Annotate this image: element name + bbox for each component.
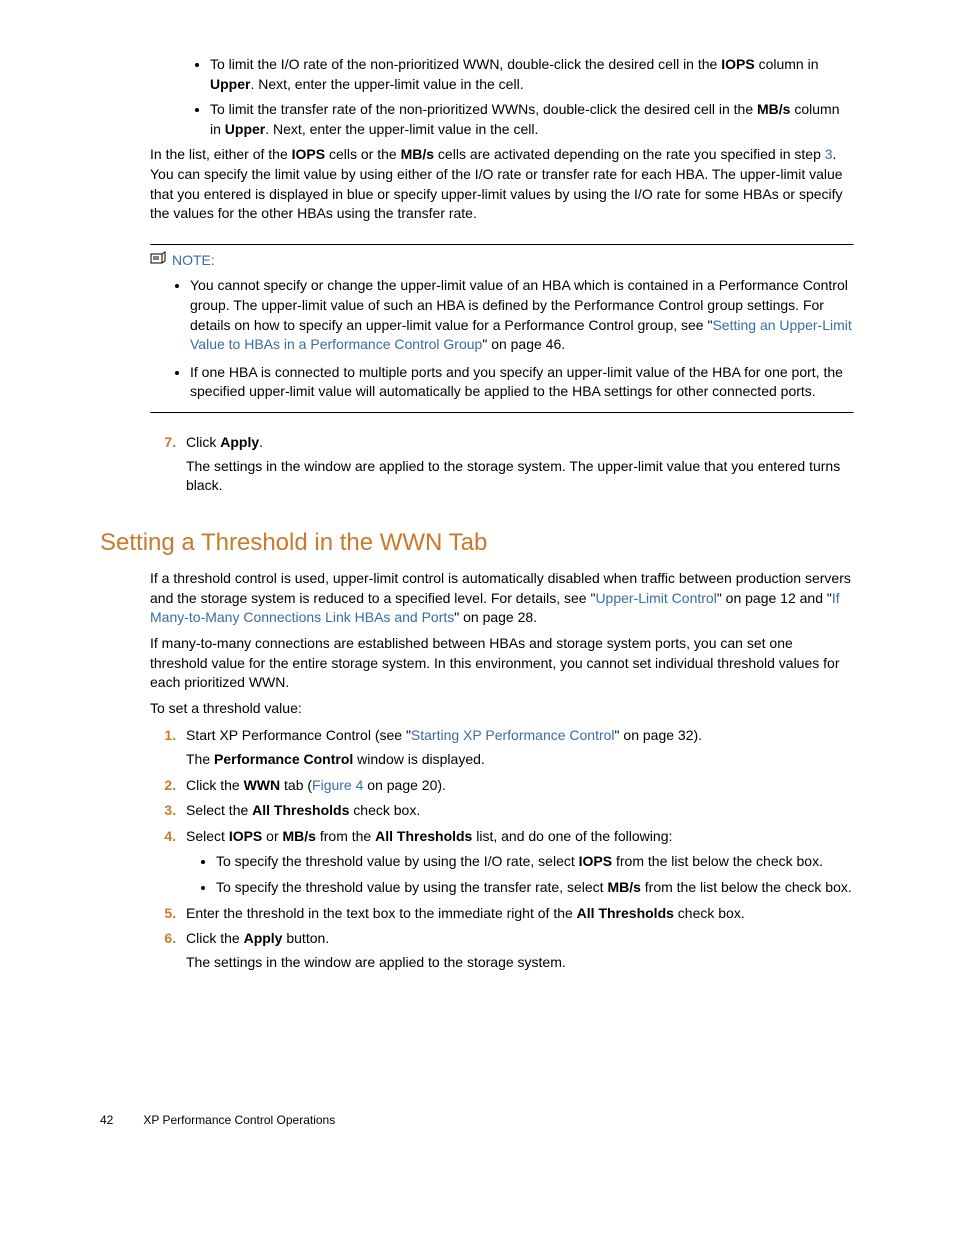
page-number: 42: [100, 1112, 140, 1129]
step-4: Select IOPS or MB/s from the All Thresho…: [180, 827, 854, 898]
step-2: Click the WWN tab (Figure 4 on page 20).: [180, 776, 854, 796]
step-3: Select the All Thresholds check box.: [180, 801, 854, 821]
page-footer: 42 XP Performance Control Operations: [100, 1112, 854, 1129]
link-upper-limit-control[interactable]: Upper-Limit Control: [595, 590, 716, 606]
step-6-desc: The settings in the window are applied t…: [186, 953, 854, 973]
step-4-bullet-mbs: To specify the threshold value by using …: [216, 878, 854, 898]
note-item-1: You cannot specify or change the upper-l…: [190, 276, 854, 354]
intro-p2: If many-to-many connections are establis…: [150, 634, 854, 693]
step-7-block: Click Apply. The settings in the window …: [150, 433, 854, 496]
section-heading-threshold: Setting a Threshold in the WWN Tab: [100, 526, 854, 560]
bullet-iops-limit: To limit the I/O rate of the non-priorit…: [210, 55, 854, 94]
note-body: You cannot specify or change the upper-l…: [150, 276, 854, 402]
step-1: Start XP Performance Control (see "Start…: [180, 726, 854, 769]
footer-title: XP Performance Control Operations: [143, 1113, 335, 1127]
bullet-mbs-limit: To limit the transfer rate of the non-pr…: [210, 100, 854, 139]
top-bullet-block: To limit the I/O rate of the non-priorit…: [180, 55, 854, 139]
intro-block: If a threshold control is used, upper-li…: [150, 569, 854, 972]
note-label: NOTE:: [172, 251, 215, 271]
step-3-link[interactable]: 3: [825, 146, 833, 162]
note-icon: [150, 251, 166, 271]
note-rule-bottom: [150, 412, 854, 413]
link-starting-xp[interactable]: Starting XP Performance Control: [411, 727, 615, 743]
top-paragraph: In the list, either of the IOPS cells or…: [150, 145, 854, 223]
note-item-2: If one HBA is connected to multiple port…: [190, 363, 854, 402]
step-5: Enter the threshold in the text box to t…: [180, 904, 854, 924]
step-1-desc: The Performance Control window is displa…: [186, 750, 854, 770]
intro-p1: If a threshold control is used, upper-li…: [150, 569, 854, 628]
step-7: Click Apply. The settings in the window …: [180, 433, 854, 496]
note-header: NOTE:: [150, 245, 854, 273]
step-7-desc: The settings in the window are applied t…: [186, 457, 854, 496]
intro-p3: To set a threshold value:: [150, 699, 854, 719]
step-4-bullet-iops: To specify the threshold value by using …: [216, 852, 854, 872]
link-figure-4[interactable]: Figure 4: [312, 777, 363, 793]
note-box: NOTE: You cannot specify or change the u…: [150, 244, 854, 413]
step-6: Click the Apply button. The settings in …: [180, 929, 854, 972]
